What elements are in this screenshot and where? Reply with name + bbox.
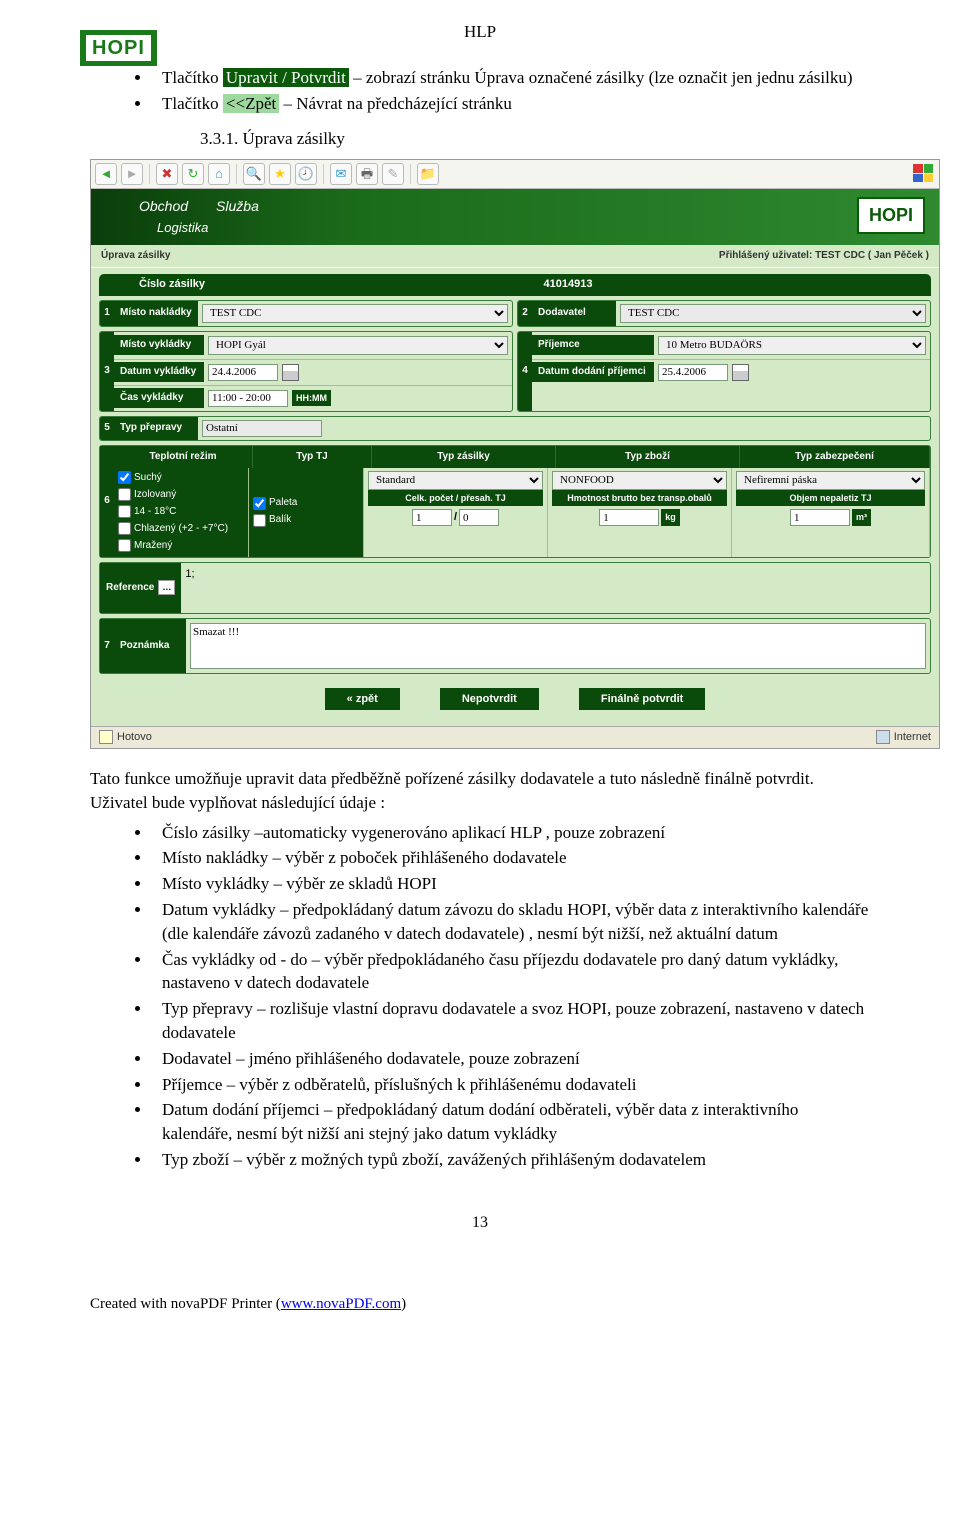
field-block-3: 3 Místo vykládky HOPI Gyál Datum vykládk… (99, 331, 513, 412)
select-misto-vykladky[interactable]: HOPI Gyál (208, 336, 508, 355)
intro-bullet-list: Tlačítko Upravit / Potvrdit – zobrazí st… (90, 66, 870, 116)
hopi-logo: HOPI (80, 30, 157, 66)
list-item: Čas vykládky od - do – výběr předpokláda… (152, 948, 870, 996)
calendar-icon[interactable] (732, 364, 749, 381)
footer: Created with novaPDF Printer (www.novaPD… (90, 1294, 870, 1315)
select-typ-zasilky[interactable]: Standard (368, 471, 543, 490)
body-paragraph: Tato funkce umožňuje upravit data předbě… (90, 767, 870, 815)
footer-link[interactable]: www.novaPDF.com (281, 1296, 401, 1312)
status-bar: Hotovo Internet (91, 726, 939, 748)
input-datum-dodani[interactable] (658, 364, 728, 381)
input-pocet[interactable] (412, 509, 452, 526)
calendar-icon[interactable] (282, 364, 299, 381)
highlight-dark: Upravit / Potvrdit (223, 68, 349, 87)
page-number: 13 (90, 1212, 870, 1234)
hhmm-label: HH:MM (292, 390, 331, 407)
list-item: Číslo zásilky –automaticky vygenerováno … (152, 821, 870, 845)
list-item: Tlačítko <<Zpět – Návrat na předcházejíc… (152, 92, 870, 116)
input-hmotnost[interactable] (599, 509, 659, 526)
reference-box: Reference… 1; (99, 562, 931, 614)
unit-m3: m³ (852, 509, 871, 526)
textarea-poznamka[interactable]: Smazat !!! (190, 623, 926, 669)
select-misto-nakladky[interactable]: TEST CDC (202, 304, 508, 323)
highlight-mint: <<Zpět (223, 94, 279, 113)
section-heading: 3.3.1. Úprava zásilky (200, 127, 870, 151)
select-dodavatel[interactable]: TEST CDC (620, 304, 926, 323)
edit-icon[interactable]: ✎ (382, 163, 404, 185)
reference-value: 1; (181, 563, 930, 586)
list-item: Typ zboží – výběr z možných typů zboží, … (152, 1148, 870, 1172)
finalne-potvrdit-button[interactable]: Finálně potvrdit (579, 688, 706, 710)
nepotvrdit-button[interactable]: Nepotvrdit (440, 688, 539, 710)
list-item: Místo nakládky – výběr z poboček přihláš… (152, 846, 870, 870)
field-dodavatel: 2 Dodavatel TEST CDC (517, 300, 931, 327)
info-bar: Úprava zásilky Přihlášený uživatel: TEST… (91, 245, 939, 268)
chk-chlazeny[interactable] (118, 522, 131, 535)
input-objem[interactable] (790, 509, 850, 526)
search-icon[interactable]: 🔍 (243, 163, 265, 185)
shipment-number-row: Číslo zásilky 41014913 (99, 274, 931, 295)
field-typ-prepravy: 5 Typ přepravy (99, 416, 931, 441)
embedded-screenshot: ◄ ► ✖ ↻ ⌂ 🔍 ★ 🕗 ✉ 🖶 ✎ 📁 ObchodSlužba Log… (90, 159, 940, 749)
app-banner: ObchodSlužba Logistika HOPI (91, 189, 939, 245)
forward-nav-icon[interactable]: ► (121, 163, 143, 185)
unit-kg: kg (661, 509, 680, 526)
list-item: Příjemce – výběr z odběratelů, příslušný… (152, 1073, 870, 1097)
back-button[interactable]: « zpět (325, 688, 400, 710)
list-item: Dodavatel – jméno přihlášeného dodavatel… (152, 1047, 870, 1071)
chk-14-18[interactable] (118, 505, 131, 518)
chk-mrazeny[interactable] (118, 539, 131, 552)
ellipsis-icon[interactable]: … (158, 580, 175, 595)
chk-paleta[interactable] (253, 497, 266, 510)
favorites-icon[interactable]: ★ (269, 163, 291, 185)
select-prijemce[interactable]: 10 Metro BUDAÖRS (658, 336, 926, 355)
internet-zone-icon (876, 730, 890, 744)
banner-logo: HOPI (857, 197, 925, 234)
mail-icon[interactable]: ✉ (330, 163, 352, 185)
page-title-label: Úprava zásilky (101, 249, 171, 263)
note-box: 7 Poznámka Smazat !!! (99, 618, 931, 674)
body-bullet-list: Číslo zásilky –automaticky vygenerováno … (90, 821, 870, 1172)
stop-icon[interactable]: ✖ (156, 163, 178, 185)
done-status-icon (99, 730, 113, 744)
chk-izolovany[interactable] (118, 488, 131, 501)
select-zabezpeceni[interactable]: Nefiremní páska (736, 471, 925, 490)
list-item: Místo vykládky – výběr ze skladů HOPI (152, 872, 870, 896)
print-icon[interactable]: 🖶 (356, 163, 378, 185)
logged-user-label: Přihlášený uživatel: TEST CDC ( Jan Pěče… (719, 249, 929, 263)
windows-flag-icon (913, 164, 933, 182)
field-block-4: 4 Příjemce 10 Metro BUDAÖRS Datum dodání… (517, 331, 931, 412)
select-typ-zbozi[interactable]: NONFOOD (552, 471, 727, 490)
back-nav-icon[interactable]: ◄ (95, 163, 117, 185)
input-datum-vykladky[interactable] (208, 364, 278, 381)
input-cas-vykladky[interactable] (208, 390, 288, 407)
chk-balik[interactable] (253, 514, 266, 527)
history-icon[interactable]: 🕗 (295, 163, 317, 185)
list-item: Datum dodání příjemci – předpokládaný da… (152, 1098, 870, 1146)
list-item: Tlačítko Upravit / Potvrdit – zobrazí st… (152, 66, 870, 90)
refresh-icon[interactable]: ↻ (182, 163, 204, 185)
section-6: 6 Teplotní režim Typ TJ Typ zásilky Typ … (99, 445, 931, 558)
list-item: Datum vykládky – předpokládaný datum záv… (152, 898, 870, 946)
input-typ-prepravy (202, 420, 322, 437)
form-area: Číslo zásilky 41014913 1 Místo nakládky … (91, 268, 939, 725)
browser-toolbar: ◄ ► ✖ ↻ ⌂ 🔍 ★ 🕗 ✉ 🖶 ✎ 📁 (91, 160, 939, 189)
page-header: HLP (90, 20, 870, 44)
chk-suchy[interactable] (118, 471, 131, 484)
home-icon[interactable]: ⌂ (208, 163, 230, 185)
list-item: Typ přepravy – rozlišuje vlastní dopravu… (152, 997, 870, 1045)
field-misto-nakladky: 1 Místo nakládky TEST CDC (99, 300, 513, 327)
input-presah[interactable] (459, 509, 499, 526)
folder-icon[interactable]: 📁 (417, 163, 439, 185)
